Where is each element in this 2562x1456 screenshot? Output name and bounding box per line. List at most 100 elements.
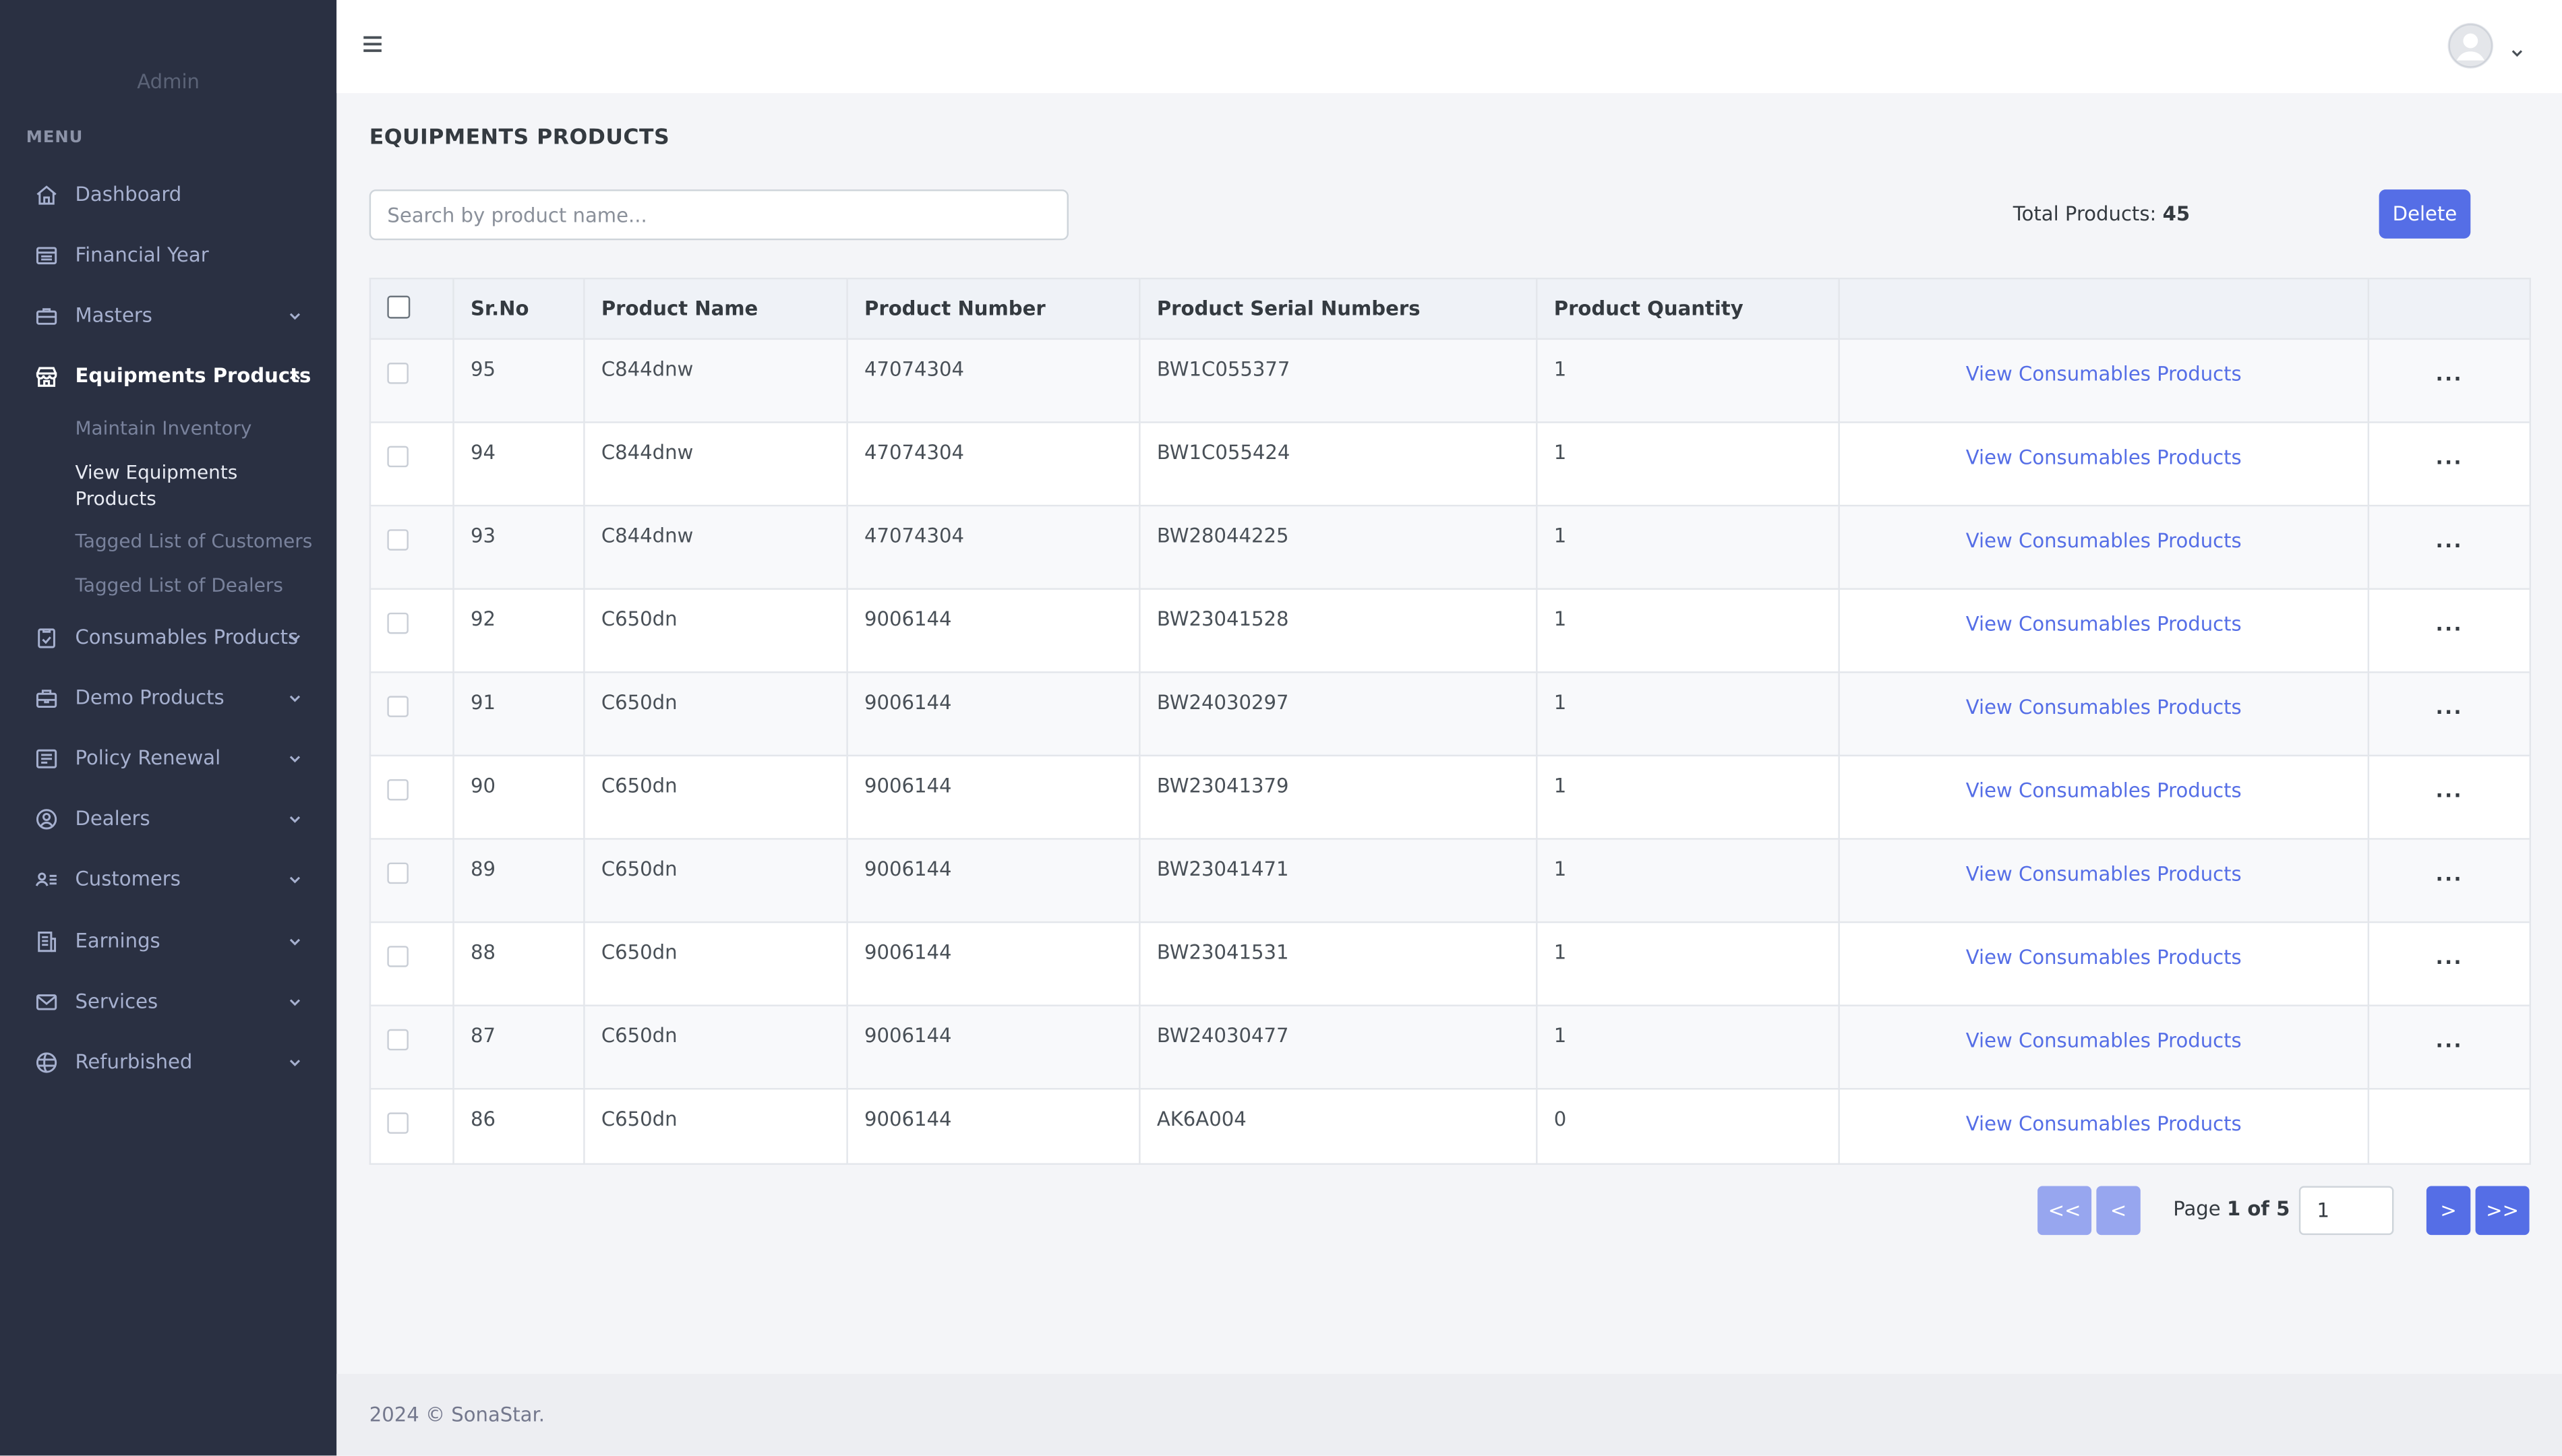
cell-link: View Consumables Products (1838, 588, 2370, 673)
sidebar-item-customers[interactable]: Customers (0, 854, 336, 903)
view-consumables-link[interactable]: View Consumables Products (1966, 1112, 2242, 1135)
more-actions-icon[interactable]: ... (2436, 364, 2463, 384)
sidebar-item-label: Policy Renewal (75, 746, 221, 770)
cell-name: C844dnw (583, 504, 848, 590)
page-number-input[interactable] (2298, 1186, 2394, 1236)
last-page-button[interactable]: >> (2475, 1186, 2530, 1236)
submenu-maintain-inventory[interactable]: Maintain Inventory (75, 415, 320, 442)
column-header-quantity[interactable]: Product Quantity (1536, 277, 1840, 340)
sidebar-item-label: Customers (75, 867, 181, 890)
prev-page-button[interactable]: < (2096, 1186, 2141, 1236)
column-header-serial-numbers[interactable]: Product Serial Numbers (1139, 277, 1538, 340)
select-all-cell (369, 277, 454, 340)
cell-number: 9006144 (846, 671, 1141, 757)
cell-serial: AK6A004 (1139, 1088, 1538, 1165)
sidebar-item-equipments-products[interactable]: Equipments Products (0, 351, 336, 400)
sidebar-item-consumables-products[interactable]: Consumables Products (0, 613, 336, 662)
submenu-tagged-list-of-customers[interactable]: Tagged List of Customers (75, 528, 320, 554)
cell-qty: 1 (1536, 504, 1840, 590)
submenu-view-equipments-products[interactable]: View Equipments Products (75, 459, 320, 512)
select-all-checkbox[interactable] (387, 295, 411, 318)
row-checkbox[interactable] (387, 862, 409, 884)
row-checkbox[interactable] (387, 946, 409, 967)
view-consumables-link[interactable]: View Consumables Products (1966, 529, 2242, 552)
mail-icon (32, 988, 59, 1014)
sidebar-item-services[interactable]: Services (0, 977, 336, 1026)
cell-qty: 1 (1536, 671, 1840, 757)
cell-actions (2367, 1088, 2532, 1165)
more-actions-icon[interactable]: ... (2436, 698, 2463, 717)
view-consumables-link[interactable]: View Consumables Products (1966, 1029, 2242, 1052)
more-actions-icon[interactable]: ... (2436, 781, 2463, 800)
more-actions-icon[interactable]: ... (2436, 1031, 2463, 1050)
products-table: Sr.No Product Name Product Number Produc… (369, 277, 2532, 1165)
cell-name: C844dnw (583, 338, 848, 423)
row-checkbox[interactable] (387, 779, 409, 801)
table-row: 88 C650dn 9006144 BW23041531 1 View Consumabl… (369, 921, 2532, 1006)
column-header-product-name[interactable]: Product Name (583, 277, 848, 340)
chevron-down-icon[interactable] (2509, 36, 2529, 57)
more-actions-icon[interactable]: ... (2436, 864, 2463, 884)
more-actions-icon[interactable]: ... (2436, 531, 2463, 551)
row-checkbox[interactable] (387, 696, 409, 717)
view-consumables-link[interactable]: View Consumables Products (1966, 863, 2242, 886)
cell-name: C650dn (583, 838, 848, 923)
row-checkbox[interactable] (387, 1112, 409, 1134)
cell-actions: ... (2367, 921, 2532, 1006)
sidebar-item-dealers[interactable]: Dealers (0, 794, 336, 843)
cell-srno: 86 (452, 1088, 585, 1165)
row-checkbox[interactable] (387, 446, 409, 468)
table-row: 89 C650dn 9006144 BW23041471 1 View Consumabl… (369, 838, 2532, 923)
total-value: 45 (2162, 202, 2191, 226)
receipt-icon (32, 928, 59, 954)
submenu-tagged-list-of-dealers[interactable]: Tagged List of Dealers (75, 572, 320, 598)
view-consumables-link[interactable]: View Consumables Products (1966, 446, 2242, 469)
cell-link: View Consumables Products (1838, 838, 2370, 923)
sidebar-item-dashboard[interactable]: Dashboard (0, 170, 336, 219)
sidebar-item-demo-products[interactable]: Demo Products (0, 673, 336, 722)
view-consumables-link[interactable]: View Consumables Products (1966, 363, 2242, 386)
cell-actions: ... (2367, 1004, 2532, 1090)
menu-title: MENU (26, 129, 84, 148)
sidebar-item-earnings[interactable]: Earnings (0, 917, 336, 966)
cell-qty: 1 (1536, 754, 1840, 840)
column-header-srno[interactable]: Sr.No (452, 277, 585, 340)
cell-serial: BW24030297 (1139, 671, 1538, 757)
cell-link: View Consumables Products (1838, 1004, 2370, 1090)
cell-number: 9006144 (846, 838, 1141, 923)
cell-serial: BW1C055377 (1139, 338, 1538, 423)
avatar-icon[interactable] (2447, 22, 2494, 69)
column-header-product-number[interactable]: Product Number (846, 277, 1141, 340)
search-input[interactable] (369, 189, 1069, 241)
cell-serial: BW23041528 (1139, 588, 1538, 673)
row-checkbox[interactable] (387, 1029, 409, 1051)
table-row: 94 C844dnw 47074304 BW1C055424 1 View Consuma… (369, 421, 2532, 507)
sidebar-item-masters[interactable]: Masters (0, 291, 336, 340)
sidebar-item-policy-renewal[interactable]: Policy Renewal (0, 733, 336, 783)
cell-srno: 89 (452, 838, 585, 923)
view-consumables-link[interactable]: View Consumables Products (1966, 946, 2242, 969)
first-page-button[interactable]: << (2037, 1186, 2092, 1236)
more-actions-icon[interactable]: ... (2436, 448, 2463, 467)
view-consumables-link[interactable]: View Consumables Products (1966, 613, 2242, 636)
footer-copyright: 2024 © SonaStar. (369, 1403, 545, 1426)
row-checkbox[interactable] (387, 363, 409, 384)
more-actions-icon[interactable]: ... (2436, 948, 2463, 967)
sidebar-item-label: Equipments Products (75, 364, 311, 388)
more-actions-icon[interactable]: ... (2436, 614, 2463, 634)
view-consumables-link[interactable]: View Consumables Products (1966, 779, 2242, 802)
row-select-cell (369, 588, 454, 673)
view-consumables-link[interactable]: View Consumables Products (1966, 696, 2242, 719)
sidebar-item-financial-year[interactable]: Financial Year (0, 231, 336, 280)
chevron-down-icon (285, 688, 304, 707)
cell-srno: 90 (452, 754, 585, 840)
brand-logo[interactable]: Admin (0, 70, 336, 93)
row-select-cell (369, 671, 454, 757)
delete-button[interactable]: Delete (2379, 189, 2471, 239)
hamburger-icon[interactable] (361, 31, 391, 61)
row-checkbox[interactable] (387, 529, 409, 551)
sidebar-item-refurbished[interactable]: Refurbished (0, 1037, 336, 1087)
next-page-button[interactable]: > (2426, 1186, 2471, 1236)
row-checkbox[interactable] (387, 612, 409, 634)
table-row: 91 C650dn 9006144 BW24030297 1 View Consumabl… (369, 671, 2532, 757)
